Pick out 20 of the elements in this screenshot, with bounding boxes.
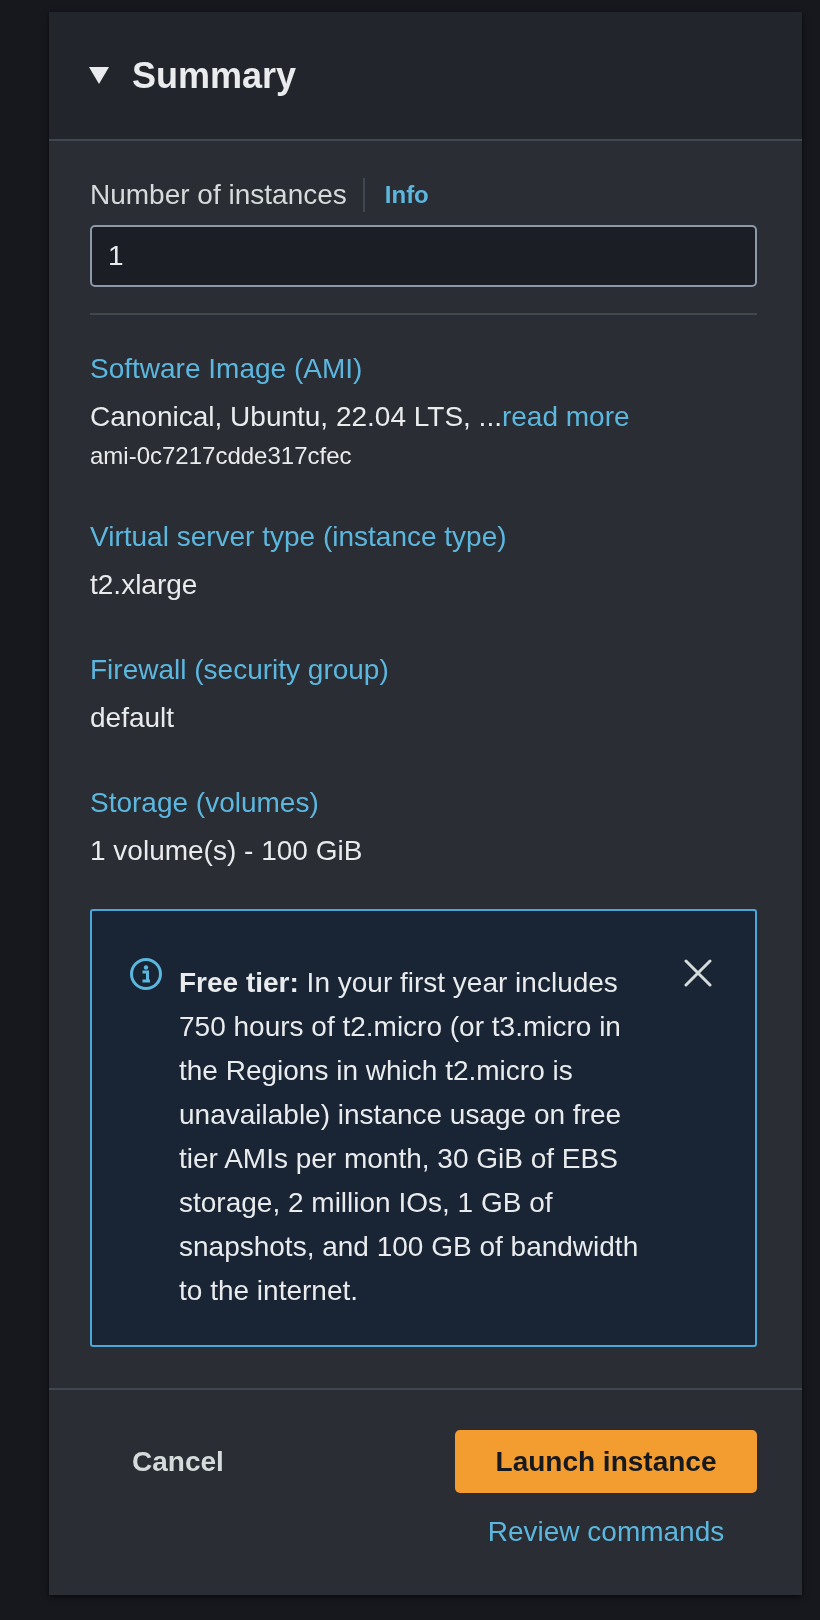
review-commands-link[interactable]: Review commands	[487, 1512, 725, 1552]
panel-title: Summary	[132, 53, 297, 98]
detail-value: Canonical, Ubuntu, 22.04 LTS, ...read more	[90, 400, 631, 434]
number-input[interactable]: 1	[90, 225, 757, 287]
section-link[interactable]: Virtual server type (instance type)	[90, 517, 507, 557]
field-label: Number of instances	[90, 178, 347, 212]
cancel-button[interactable]: Cancel	[112, 1430, 244, 1493]
detail-value: default	[90, 701, 176, 735]
section-link[interactable]: Software Image (AMI)	[90, 349, 363, 389]
detail-value: t2.xlarge	[90, 568, 199, 602]
caret-icon[interactable]	[89, 67, 109, 84]
alert-message: Free tier: In your first year includes 750 hours of t2.micro (or t3.micro in the Regions in which t2.micro is unavailable) instance usage on free tier AMIs per month, 30 GiB of EBS storage, 2 million IOs, 1 GB of snapshots, and 100 GB of bandwidth to the internet.	[179, 966, 640, 1308]
read-more-link[interactable]: read more	[501, 401, 630, 432]
section-link[interactable]: Storage (volumes)	[90, 783, 319, 823]
info-link[interactable]: Info	[384, 175, 429, 215]
section-link[interactable]: Firewall (security group)	[90, 650, 389, 690]
close-icon[interactable]	[684, 959, 712, 987]
launch-instance-button[interactable]: Launch instance	[455, 1430, 757, 1493]
detail-value: 1 volume(s) - 100 GiB	[90, 834, 364, 868]
ami-id-text: ami-0c7217cdde317cfec	[90, 441, 352, 471]
